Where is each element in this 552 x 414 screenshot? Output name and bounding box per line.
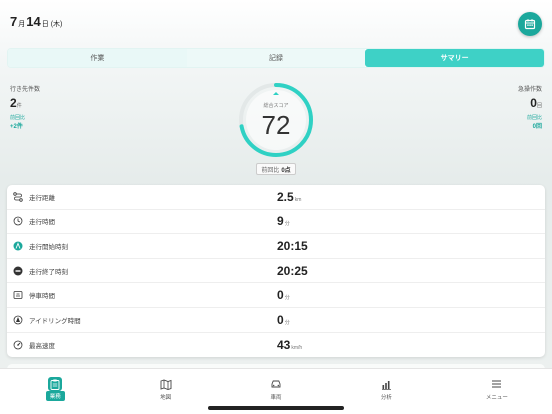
metric-number: 0 [277, 312, 284, 327]
metric-value: 43 km/h [277, 338, 302, 352]
sudden-operation-title: 急操作数 [517, 87, 542, 93]
segment-tabs: 作業 記録 サマリー [7, 48, 545, 68]
metric-row-distance: 走行距離 2.5 km [7, 185, 545, 210]
metric-label: 走行開始時刻 [29, 243, 68, 251]
clock-icon [13, 216, 23, 226]
metric-value: 0分 [277, 288, 290, 302]
tab-work[interactable]: 作業 [8, 49, 187, 67]
metric-unit: 分 [284, 295, 290, 302]
metric-label: 走行時間 [29, 219, 55, 227]
score-compare-label: 前回比 [261, 167, 280, 174]
metric-label: 走行距離 [29, 194, 55, 202]
nav-label: 分析 [380, 395, 392, 401]
metric-label: 最高速度 [29, 342, 55, 350]
date-title: 7 月 14 日 (木) [10, 14, 63, 29]
calendar-button[interactable] [518, 12, 542, 36]
destination-count-value: 2 [10, 96, 17, 110]
metric-row-max-speed: 最高速度 43 km/h [7, 333, 545, 358]
map-icon [159, 377, 173, 391]
metric-unit: km/h [291, 344, 303, 351]
menu-icon [490, 377, 504, 391]
metric-number: 43 [277, 337, 291, 352]
metric-value: 2.5 km [277, 190, 301, 204]
metric-label: 走行終了時刻 [29, 268, 68, 276]
metric-number: 20:25 [277, 263, 308, 278]
destination-compare-label: 前回比 [10, 115, 26, 121]
metric-row-stop-time: 停車時間 0分 [7, 283, 545, 308]
tab-record[interactable]: 記録 [186, 49, 366, 67]
nav-menu[interactable]: メニュー [442, 369, 552, 414]
score-label: 総合スコア [263, 103, 289, 109]
score-value: 72 [261, 110, 291, 140]
month-unit: 月 [18, 21, 26, 28]
speed-icon [13, 340, 23, 350]
metric-value: 20:25 [277, 264, 309, 278]
month: 7 [10, 14, 18, 29]
nav-label: 業務 [45, 391, 65, 401]
metric-number: 0 [277, 288, 284, 303]
metrics-card: 走行距離 2.5 km 走行時間 9分 走行開始時刻 20:15 走行終了時刻 2… [7, 185, 545, 357]
metric-row-drive-time: 走行時間 9分 [7, 210, 545, 235]
metric-label: アイドリング時間 [29, 317, 81, 325]
day: 14 [26, 14, 41, 29]
score-compare-value: 0点 [281, 167, 291, 174]
sudden-compare-value: 0回 [532, 124, 542, 130]
metric-number: 2.5 [277, 189, 294, 204]
metric-unit: 分 [284, 221, 290, 228]
car-icon [269, 377, 283, 391]
score-compare-badge: 前回比 0点 [256, 163, 296, 175]
end-icon [13, 266, 23, 276]
sudden-operation-unit: 回 [536, 103, 542, 109]
destination-compare-value: +2件 [10, 124, 23, 130]
nav-analysis[interactable]: 分析 [331, 369, 441, 414]
tab-summary[interactable]: サマリー [365, 49, 545, 67]
nav-work[interactable]: 業務 [0, 369, 110, 414]
nav-map[interactable]: 地図 [110, 369, 220, 414]
parking-icon [13, 290, 23, 300]
sudden-operation-value: 0 [530, 96, 537, 110]
chart-icon [379, 377, 393, 391]
home-indicator [208, 406, 344, 410]
metric-value: 20:15 [277, 239, 309, 253]
calendar-icon [524, 19, 536, 30]
metric-unit: 分 [284, 319, 290, 326]
start-icon [13, 241, 23, 251]
metric-row-end-time: 走行終了時刻 20:25 [7, 259, 545, 284]
destination-count-title: 行き先件数 [10, 87, 41, 93]
nav-label: 地図 [160, 395, 172, 401]
sudden-operation-block: 急操作数 0回 前回比 0回 [518, 84, 542, 130]
sudden-compare-label: 前回比 [526, 115, 542, 121]
destination-count-unit: 件 [16, 103, 22, 109]
nav-label: メニュー [485, 395, 508, 401]
idling-icon [13, 315, 23, 325]
destination-count-block: 行き先件数 2件 前回比 +2件 [10, 84, 40, 130]
weekday: (木) [50, 21, 63, 28]
clipboard-icon [48, 377, 63, 391]
metric-number: 9 [277, 214, 284, 229]
day-unit: 日 [41, 21, 49, 28]
nav-label: 車両 [270, 395, 282, 401]
metric-label: 停車時間 [29, 293, 55, 301]
total-score-gauge: 総合スコア 72 [236, 80, 316, 160]
metric-row-start-time: 走行開始時刻 20:15 [7, 234, 545, 259]
metric-value: 0分 [277, 313, 290, 327]
metric-row-idling-time: アイドリング時間 0分 [7, 308, 545, 333]
metric-unit: km [294, 196, 302, 203]
route-icon [13, 192, 23, 202]
metric-value: 9分 [277, 214, 290, 228]
metric-number: 20:15 [277, 238, 308, 253]
